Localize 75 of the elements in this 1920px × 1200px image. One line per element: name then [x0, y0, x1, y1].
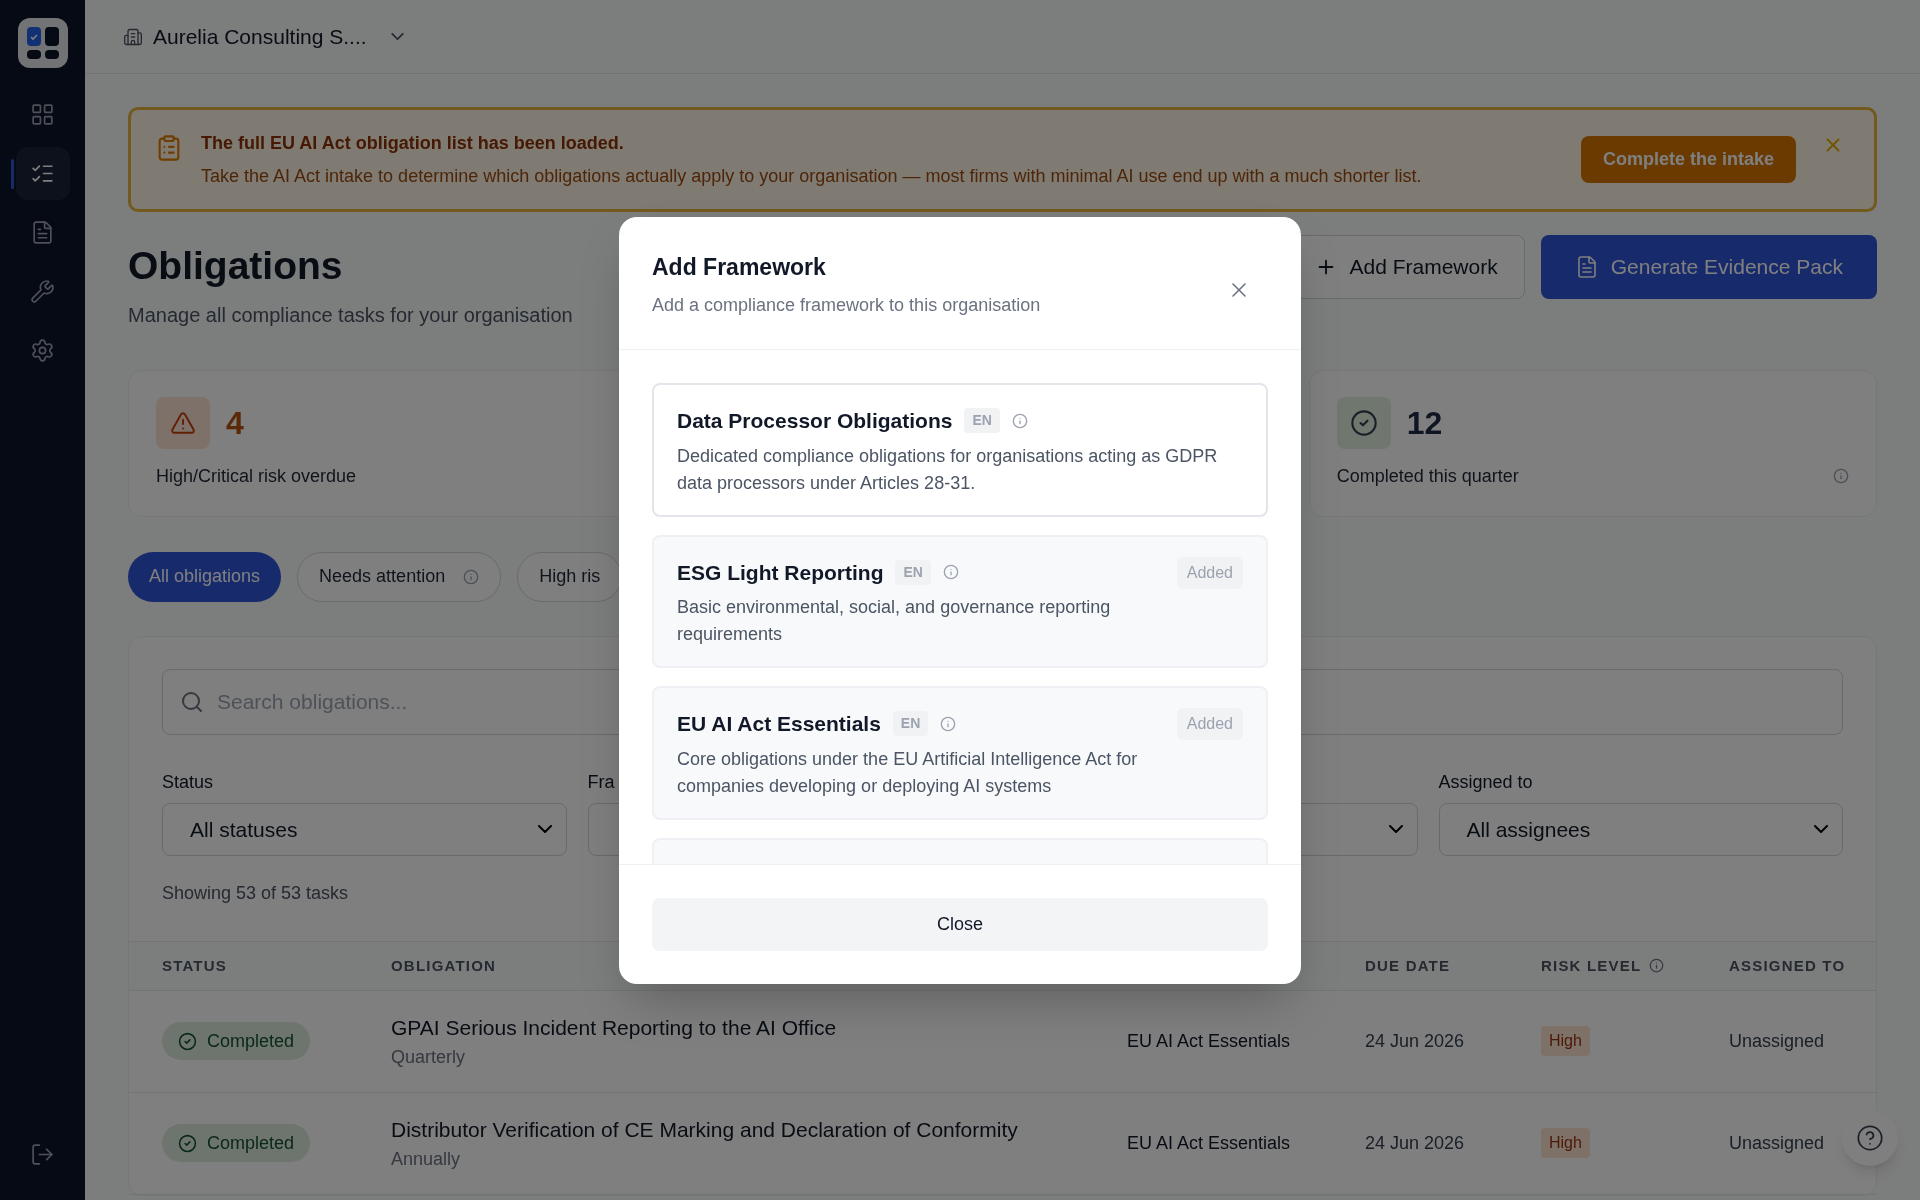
- language-tag: EN: [892, 711, 929, 737]
- banner-title: The full EU AI Act obligation list has been loaded.: [201, 131, 625, 155]
- sidebar-item[interactable]: [15, 147, 70, 200]
- page-subtitle: Manage all compliance tasks for your organisation: [128, 302, 573, 328]
- info-icon: [463, 568, 480, 585]
- frequency-label: Quarterly: [391, 1045, 467, 1069]
- org-switcher[interactable]: Aurelia Consulting S....: [123, 20, 404, 53]
- help-icon: [1856, 1124, 1884, 1152]
- framework-name: EU AI Act Essentials: [677, 711, 881, 737]
- wrench-icon: [30, 279, 55, 304]
- chevron-icon: [1814, 825, 1828, 834]
- close-dialog-button[interactable]: Close: [652, 897, 1268, 951]
- framework-card[interactable]: Data Processor Obligations EN Dedicated compliance obligations for organisations acting as GDPR data processors under Articles 28-31.: [652, 383, 1268, 517]
- frequency-label: Annually: [391, 1147, 462, 1171]
- framework-name: Data Processor Obligations: [677, 408, 953, 434]
- document-icon: [30, 220, 55, 245]
- filter-label: Status: [162, 770, 214, 791]
- stat-value: 12: [1406, 403, 1443, 443]
- info-icon: [1011, 412, 1028, 429]
- page-title: Obligations: [128, 245, 344, 288]
- filter-select[interactable]: All assignees: [1438, 802, 1843, 856]
- framework-cell-text: EU AI Act Essentials: [1127, 1029, 1292, 1053]
- status-pill: Completed: [162, 1124, 311, 1163]
- column-header: ASSIGNED TO: [1729, 955, 1846, 976]
- chevron-icon: [1388, 825, 1403, 834]
- banner-message: Take the AI Act intake to determine which obligations actually apply to your organisation — most firms with minimal AI use end up with a much shorter list.: [201, 164, 1423, 188]
- filter-tab[interactable]: All obligations: [128, 551, 282, 602]
- framework-description: Core obligations under the EU Artificial Intelligence Act for companies developing or deploying AI systems: [677, 747, 1139, 798]
- language-tag: EN: [964, 408, 1000, 434]
- obligation-title[interactable]: GPAI Serious Incident Reporting to the AI Office: [391, 1012, 1127, 1044]
- chevron-icon: [390, 33, 404, 40]
- status-pill: Completed: [162, 1022, 311, 1061]
- language-tag: EN: [895, 559, 931, 585]
- column-header: OBLIGATION: [391, 955, 497, 976]
- stat-label: High/Critical risk overdue: [156, 464, 357, 488]
- building-icon: [123, 26, 143, 47]
- assignee-cell-text: Unassigned: [1729, 1029, 1826, 1053]
- assignee-cell-text: Unassigned: [1729, 1131, 1826, 1155]
- added-tag: Added: [1176, 708, 1243, 740]
- risk-badge: High: [1541, 1026, 1590, 1057]
- grid-icon: [30, 102, 55, 127]
- app-logo[interactable]: [17, 18, 68, 68]
- result-count: Showing 53 of 53 tasks: [162, 881, 350, 905]
- framework-description: Dedicated compliance obligations for organisations acting as GDPR data processors under Articles 28-31.: [677, 444, 1219, 495]
- added-tag: Added: [1176, 556, 1243, 589]
- framework-card[interactable]: EU AI Act Essentials EN Core obligations under the EU Artificial Intelligence Act for companies developing or deploying AI systems Added: [652, 686, 1268, 820]
- risk-badge: High: [1541, 1128, 1590, 1159]
- framework-cell-text: EU AI Act Essentials: [1127, 1131, 1292, 1155]
- info-icon: [940, 715, 957, 732]
- filter-tab[interactable]: Needs attention: [297, 551, 502, 602]
- info-icon: [942, 564, 959, 581]
- framework-description: Basic environmental, social, and governance reporting requirements: [677, 596, 1112, 646]
- column-header: STATUS: [162, 955, 227, 976]
- filter-label: Assigned to: [1438, 770, 1533, 791]
- chevron-icon: [537, 825, 552, 834]
- obligation-title[interactable]: Distributor Verification of CE Marking and Declaration of Conformity: [391, 1114, 1127, 1146]
- framework-card[interactable]: ESG Light Reporting EN Basic environmental, social, and governance reporting requirements Added: [652, 534, 1268, 668]
- warning-icon: [156, 396, 210, 449]
- search-icon: [180, 689, 204, 714]
- column-header: DUE DATE: [1365, 955, 1451, 976]
- due-date-cell-text: 24 Jun 2026: [1365, 1131, 1466, 1155]
- settings-icon: [30, 338, 55, 363]
- dialog-subtitle: Add a compliance framework to this organisation: [652, 294, 1041, 317]
- framework-name: ESG Light Reporting: [677, 559, 884, 586]
- filter-select[interactable]: All statuses: [162, 802, 567, 856]
- column-header: RISK LEVEL: [1541, 955, 1642, 976]
- logout-icon: [30, 1141, 55, 1167]
- due-date-cell-text: 24 Jun 2026: [1365, 1029, 1466, 1053]
- check-circle-icon: [178, 1031, 197, 1051]
- filter-label: Fra: [587, 770, 615, 791]
- stat-label: Completed this quarter: [1336, 464, 1519, 488]
- dialog-title: Add Framework: [652, 252, 827, 282]
- generate-evidence-pack-button[interactable]: Generate Evidence Pack: [1540, 235, 1877, 299]
- check-circle-icon: [178, 1133, 197, 1153]
- stat-value: 4: [226, 403, 244, 443]
